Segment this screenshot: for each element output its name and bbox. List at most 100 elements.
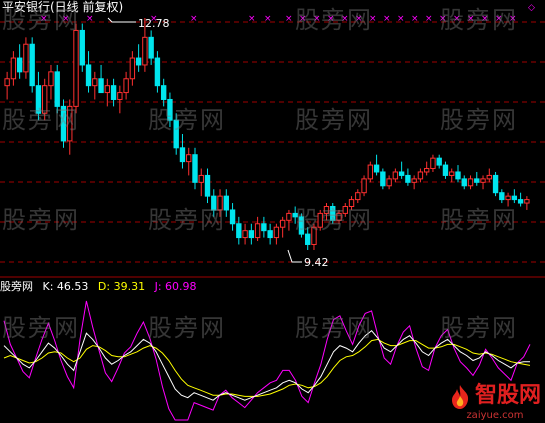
candle-body [29,43,35,87]
candle-body [499,192,505,201]
candle-body [254,223,261,239]
signal-marker: × [397,14,405,24]
high-label: 12.78 [138,17,170,30]
watermark: 股旁网 [440,106,518,134]
candle-body [248,230,255,239]
candle-body [261,223,267,232]
watermark: 股旁网 [440,314,518,342]
candle-body [142,36,148,66]
candle-body [123,78,129,94]
candle-body [129,57,136,80]
signal-marker: × [264,14,272,24]
candle-body [405,174,411,183]
candle-body [361,178,367,194]
indicator-name: 股旁网 [0,280,33,293]
candle-body [467,178,474,187]
candle-body [16,57,23,73]
watermark: 股旁网 [148,206,226,234]
candle-body [430,157,436,170]
candle-body [73,29,79,107]
candle-body [461,178,467,187]
j-value: J: 60.98 [154,280,197,293]
candle-body [386,178,392,187]
signal-marker-diamond: ◇ [528,3,535,13]
watermark: 股旁网 [2,314,80,342]
signal-marker: × [285,14,293,24]
candle-body [411,178,417,183]
candle-body [436,157,442,166]
candle-body [242,230,248,239]
candle-body [486,174,492,180]
candle-body [98,78,104,94]
signal-marker: × [425,14,433,24]
d-value: D: 39.31 [97,280,146,293]
candle-body [492,174,499,194]
signal-marker: × [86,14,94,24]
logo-url: zaiyue.com [466,410,524,421]
watermark: 股旁网 [295,206,373,234]
candle-body [104,85,111,94]
candle-body [480,178,486,183]
candle-body [10,57,17,80]
candle-body [380,171,386,187]
indicator-legend: 股旁网 K: 46.53 D: 39.31 J: 60.98 [0,280,203,293]
watermark: 股旁网 [148,106,226,134]
candle-body [442,164,449,176]
candle-body [186,154,192,163]
candle-body [48,71,54,87]
candle-body [417,171,424,180]
watermark: 股旁网 [2,106,80,134]
k-value: K: 46.53 [42,280,89,293]
candle-body [236,223,242,239]
signal-marker: × [383,14,391,24]
candle-body [398,171,405,176]
candle-body [110,85,117,100]
low-leader-line [287,249,302,263]
flame-icon [451,385,469,409]
watermark: 股旁网 [2,6,80,34]
candle-body [160,85,167,100]
candle-body [204,174,211,197]
candle-body [524,199,530,204]
candle-body [192,154,198,183]
candle-body [355,192,361,201]
candle-body [85,64,92,87]
signal-marker: × [190,14,198,24]
candle-body [423,168,430,173]
candle-body [23,43,29,73]
candle-body [279,219,286,228]
low-label: 9.42 [304,256,329,269]
candle-body [373,164,380,173]
signal-marker: × [248,14,256,24]
candle-body [4,78,10,87]
candle-body [474,178,480,183]
candle-body [517,199,524,204]
candle-body [154,57,161,87]
candle-body [449,171,455,176]
candle-body [198,174,204,183]
candle-body [135,57,142,66]
logo-text: 智股网 [474,382,541,408]
candle-body [305,233,311,245]
candle-body [455,171,461,180]
signal-marker: × [411,14,419,24]
candle-body [148,36,154,59]
high-leader-line [107,17,136,23]
watermark: 股旁网 [295,6,373,34]
candle-body [367,164,374,180]
candle-body [92,78,98,87]
candle-body [392,171,399,180]
watermark: 股旁网 [2,206,80,234]
chart-window: × × × × × × × × × × × × × × × × × × × × × × × × ◇ 12.78 9.42 平安银… [0,0,545,423]
watermark: 股旁网 [295,314,373,342]
candle-body [229,209,236,225]
watermark: 股旁网 [440,6,518,34]
candle-body [117,92,123,100]
candle-body [273,226,280,239]
candle-body [286,212,292,221]
site-logo: 智股网 zaiyue.com [449,382,541,421]
watermark: 股旁网 [295,106,373,134]
watermark: 股旁网 [148,314,226,342]
watermark: 股旁网 [440,206,518,234]
candle-body [79,29,85,66]
